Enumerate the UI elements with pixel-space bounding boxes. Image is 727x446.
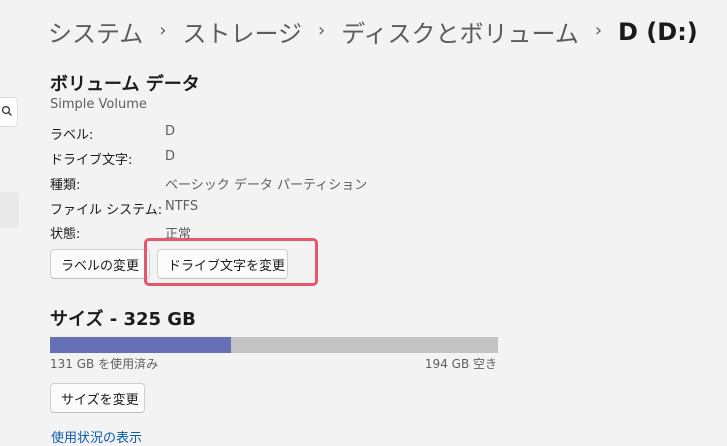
- status-property-label: 状態:: [50, 227, 81, 242]
- type-property-label: 種類:: [50, 178, 81, 193]
- volume-type-subtitle: Simple Volume: [50, 97, 147, 112]
- sidebar-item-selected[interactable]: [0, 192, 19, 228]
- change-size-button[interactable]: サイズを変更: [50, 383, 145, 413]
- drive-letter-property-label: ドライブ文字:: [50, 153, 133, 168]
- search-icon: [1, 105, 12, 116]
- size-heading: サイズ - 325 GB: [50, 309, 196, 330]
- used-space-text: 131 GB を使用済み: [50, 357, 159, 371]
- type-property-value: ベーシック データ パーティション: [165, 178, 368, 193]
- label-property-value: D: [165, 124, 176, 139]
- storage-used-fill: [50, 337, 231, 353]
- page-title: D (D:): [618, 17, 698, 46]
- file-system-property-label: ファイル システム:: [50, 203, 163, 218]
- change-label-button[interactable]: ラベルの変更: [50, 249, 151, 279]
- free-space-text: 194 GB 空き: [424, 357, 497, 371]
- highlight-box: [144, 238, 318, 286]
- file-system-property-value: NTFS: [165, 199, 199, 214]
- chevron-right-icon: ›: [594, 20, 603, 41]
- chevron-right-icon: ›: [318, 20, 326, 41]
- breadcrumb-item-storage[interactable]: ストレージ: [182, 14, 302, 49]
- drive-letter-property-value: D: [165, 149, 176, 164]
- storage-usage-bar: [50, 337, 498, 353]
- search-input[interactable]: [0, 97, 18, 127]
- breadcrumb: システム › ストレージ › ディスクとボリューム › D (D:): [48, 14, 698, 49]
- chevron-right-icon: ›: [159, 20, 167, 41]
- breadcrumb-item-disks-volumes[interactable]: ディスクとボリューム: [341, 14, 579, 49]
- view-usage-link[interactable]: 使用状況の表示: [51, 427, 142, 446]
- breadcrumb-item-system[interactable]: システム: [48, 14, 143, 49]
- volume-data-heading: ボリューム データ: [50, 74, 200, 95]
- label-property-label: ラベル:: [50, 128, 94, 143]
